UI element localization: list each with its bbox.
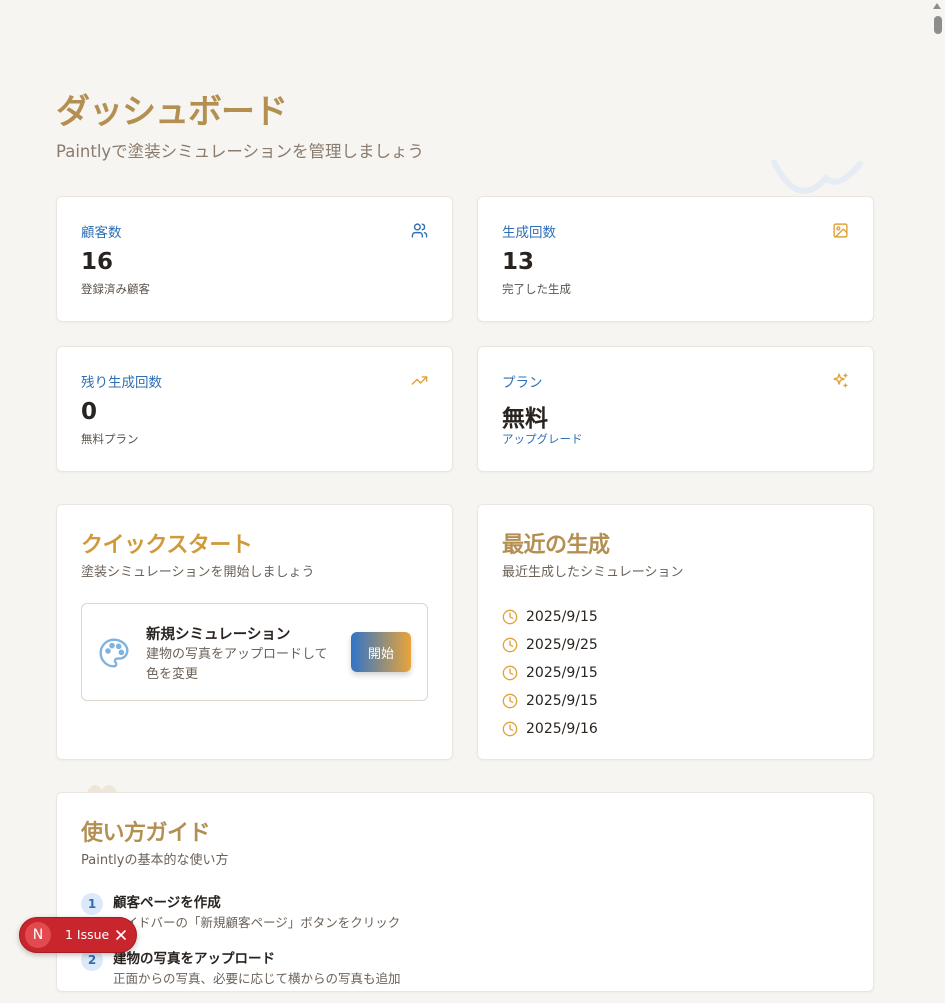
image-icon [833,223,848,238]
step-title: 建物の写真をアップロード [113,951,275,967]
clock-icon [502,609,518,625]
stat-card-customers: 顧客数 16 登録済み顧客 [56,196,453,322]
recent-generations-subtitle: 最近生成したシミュレーション [502,565,684,580]
generation-date: 2025/9/16 [526,721,598,737]
stat-note: 完了した生成 [502,282,571,296]
step-description: サイドバーの「新規顧客ページ」ボタンをクリック [113,915,401,930]
list-item[interactable]: 2025/9/15 [502,687,598,715]
quick-start-subtitle: 塗装シミュレーションを開始しましょう [81,565,315,580]
list-item[interactable]: 2025/9/15 [502,603,598,631]
clock-icon [502,693,518,709]
recent-generations-title: 最近の生成 [502,533,610,558]
page-subtitle: Paintlyで塗装シミュレーションを管理しましょう [56,142,425,161]
generation-date: 2025/9/15 [526,693,598,709]
usage-guide-card: 使い方ガイド Paintlyの基本的な使い方 1 顧客ページを作成 サイドバーの… [56,792,874,992]
clock-icon [502,637,518,653]
new-simulation-item[interactable]: 新規シミュレーション 建物の写真をアップロードして色を変更 開始 [81,603,428,701]
stat-value: 13 [502,249,535,275]
list-item[interactable]: 2025/9/15 [502,659,598,687]
stat-label: プラン [502,375,543,391]
generation-date: 2025/9/15 [526,665,598,681]
stat-card-remaining: 残り生成回数 0 無料プラン [56,346,453,472]
step-number-badge: 1 [81,893,103,915]
clock-icon [502,721,518,737]
background-arc-decoration [771,160,863,194]
stat-card-plan: プラン 無料 アップグレード [477,346,874,472]
generation-date: 2025/9/15 [526,609,598,625]
stat-label: 顧客数 [81,225,122,241]
recent-generations-card: 最近の生成 最近生成したシミュレーション 2025/9/15 2025/9/25… [477,504,874,760]
recent-generations-list: 2025/9/15 2025/9/25 2025/9/15 2025/9/15 … [502,603,598,743]
quick-start-title: クイックスタート [81,533,253,558]
scrollbar-up-arrow[interactable] [933,3,941,9]
stat-label: 残り生成回数 [81,375,162,391]
generation-date: 2025/9/25 [526,637,598,653]
new-simulation-description: 建物の写真をアップロードして色を変更 [146,647,328,682]
step-description: 正面からの写真、必要に応じて横からの写真も追加 [113,971,401,986]
stat-label: 生成回数 [502,225,556,241]
new-simulation-title: 新規シミュレーション [146,627,291,643]
issue-badge[interactable]: N 1 Issue [19,917,137,953]
stat-card-generations: 生成回数 13 完了した生成 [477,196,874,322]
stat-value: 無料 [502,406,548,432]
stat-value: 16 [81,249,114,275]
sparkles-icon [833,373,848,388]
usage-guide-title: 使い方ガイド [81,821,211,846]
scrollbar-thumb[interactable] [934,16,942,34]
stat-note: 登録済み顧客 [81,282,150,296]
step-title: 顧客ページを作成 [113,895,221,911]
issue-avatar: N [25,922,51,948]
stat-value: 0 [81,399,98,425]
usage-guide-subtitle: Paintlyの基本的な使い方 [81,853,229,868]
users-icon [411,223,428,238]
list-item[interactable]: 2025/9/16 [502,715,598,743]
trending-up-icon [411,376,428,385]
page-title: ダッシュボード [56,92,288,132]
clock-icon [502,665,518,681]
stat-note: 無料プラン [81,432,139,446]
start-button[interactable]: 開始 [351,632,411,672]
upgrade-link[interactable]: アップグレード [502,431,583,447]
close-icon[interactable] [115,929,127,941]
quick-start-card: クイックスタート 塗装シミュレーションを開始しましょう 新規シミュレーション 建… [56,504,453,760]
palette-icon [99,638,129,668]
issue-count-label: 1 Issue [65,927,110,942]
list-item[interactable]: 2025/9/25 [502,631,598,659]
